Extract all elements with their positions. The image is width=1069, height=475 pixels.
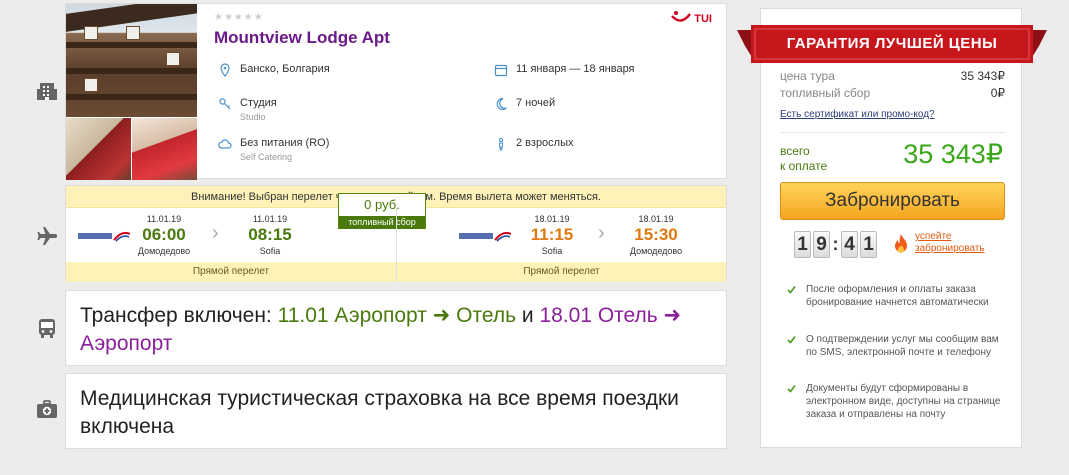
check-icon (787, 384, 796, 393)
countdown-timer: 1 9 : 4 1 (794, 231, 879, 258)
fuel-fee-row: топливный сбор 0₽ (780, 86, 1005, 100)
hotel-photo-main[interactable] (66, 4, 197, 117)
map-pin-icon (218, 63, 232, 77)
fire-icon (893, 233, 909, 255)
insurance-card: Медицинская туристическая страховка на в… (65, 373, 727, 449)
moon-icon (494, 97, 508, 111)
hotel-stars: ★★★★★ (214, 12, 264, 23)
room-key-icon (218, 97, 232, 111)
hotel-building-icon (36, 80, 58, 102)
hurry-link[interactable]: успейте забронировать (915, 231, 985, 255)
person-icon (494, 137, 508, 151)
room-type: Студия Studio (218, 97, 277, 122)
trip-dates: 11 января — 18 января (494, 63, 635, 77)
hotel-photo-room[interactable] (66, 118, 131, 180)
insurance-text: Медицинская туристическая страховка на в… (80, 387, 679, 438)
tour-price-row: цена тура 35 343₽ (780, 69, 1005, 83)
return-flight-type: Прямой перелет (397, 262, 726, 282)
hotel-name[interactable]: Mountview Lodge Apt (214, 28, 390, 48)
outbound-flight-type: Прямой перелет (66, 262, 396, 282)
return-arrival: 18.01.19 15:30 Домодедово (629, 214, 683, 256)
return-departure: 18.01.19 11:15 Sofia (530, 214, 574, 256)
nights-count: 7 ночей (494, 97, 555, 111)
check-icon (787, 285, 796, 294)
check-icon (787, 335, 796, 344)
airplane-icon (36, 225, 58, 247)
transfer-and: и (521, 304, 534, 327)
booking-note: О подтверждении услуг мы сообщим вам по … (787, 333, 1002, 359)
booking-note: После оформления и оплаты заказа брониро… (787, 283, 1002, 309)
book-button[interactable]: Забронировать (780, 182, 1005, 220)
return-leg: 18.01.19 11:15 Sofia › 18.01.19 15:30 До… (396, 208, 726, 282)
outbound-arrival: 11.01.19 08:15 Sofia (248, 214, 292, 256)
airline-logo-return (459, 230, 511, 242)
cloud-meal-icon (218, 137, 232, 151)
chevron-right-icon: › (598, 222, 605, 244)
transfer-outbound: 11.01 Аэропорт ➜ Отель (277, 304, 517, 327)
total-label: всего к оплате (780, 144, 828, 173)
tui-smile-icon (671, 10, 692, 27)
flight-card: Внимание! Выбран перелет чартерным рейсо… (65, 185, 727, 282)
booking-note: Документы будут сформированы в электронн… (787, 382, 1002, 421)
hotel-photo-room-2[interactable] (132, 118, 197, 180)
transfer-card: Трансфер включен: 11.01 Аэропорт ➜ Отель… (65, 290, 727, 366)
guests-count: 2 взрослых (494, 137, 574, 151)
tour-operator-logo: TUI (671, 10, 712, 27)
best-price-ribbon: ГАРАНТИЯ ЛУЧШЕЙ ЦЕНЫ (737, 22, 1047, 68)
meal-plan: Без питания (RO) Self Catering (218, 137, 329, 162)
airline-logo-outbound (78, 230, 130, 242)
hotel-location: Банско, Болгария (218, 63, 330, 77)
calendar-icon (494, 63, 508, 77)
price-panel: ГАРАНТИЯ ЛУЧШЕЙ ЦЕНЫ цена тура 35 343₽ т… (737, 8, 1047, 448)
chevron-right-icon: › (212, 222, 219, 244)
total-price: 35 343₽ (903, 139, 1003, 169)
medical-case-icon (36, 398, 58, 420)
outbound-departure: 11.01.19 06:00 Домодедово (137, 214, 191, 256)
hotel-card: ★★★★★ Mountview Lodge Apt TUI Банско, Бо… (65, 3, 727, 180)
price-divider (780, 132, 1005, 133)
transfer-prefix: Трансфер включен: (80, 304, 272, 327)
promo-code-link[interactable]: Есть сертификат или промо-код? (780, 109, 935, 120)
bus-icon (36, 317, 58, 339)
